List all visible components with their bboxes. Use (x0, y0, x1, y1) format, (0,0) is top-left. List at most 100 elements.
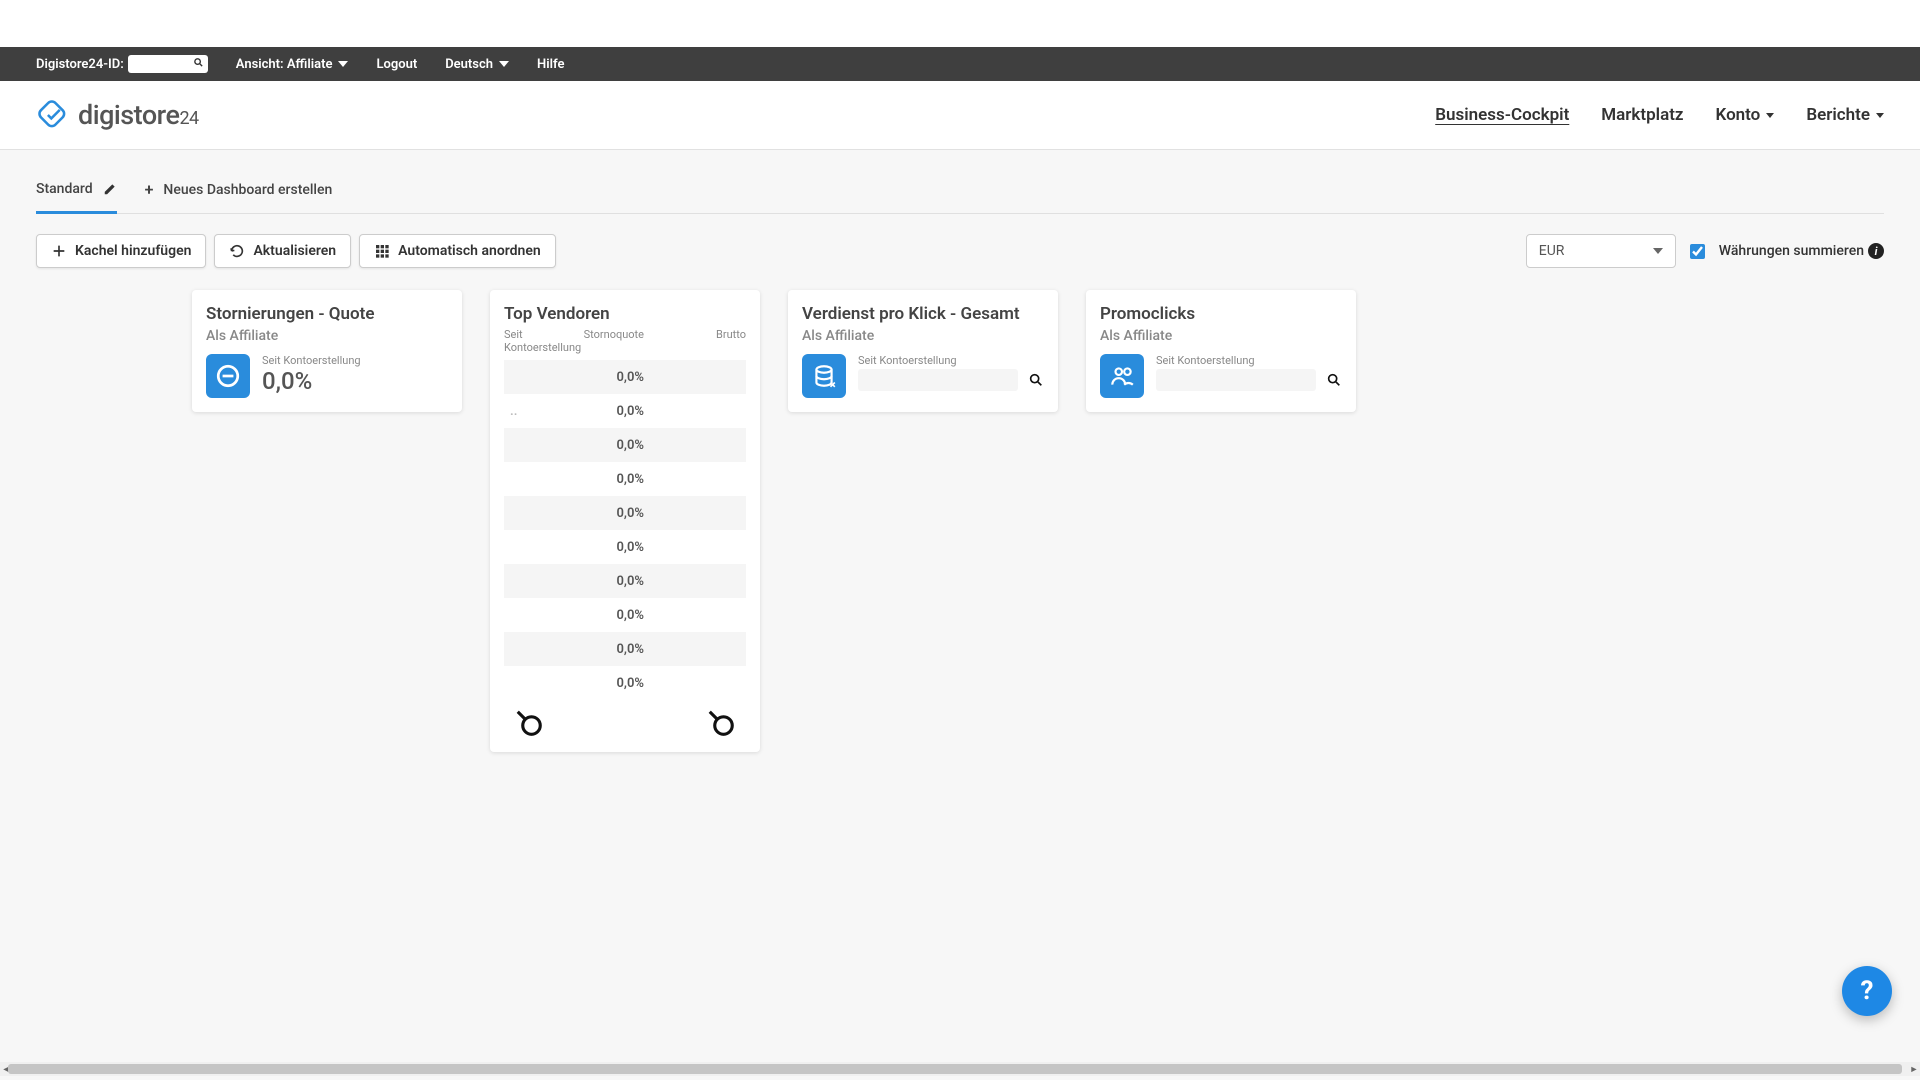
card-subtitle: Als Affiliate (1100, 328, 1342, 344)
view-label: Ansicht: Affiliate (236, 57, 333, 72)
edit-icon[interactable] (103, 182, 117, 196)
sum-currencies-label: Währungen summieren i (1719, 243, 1884, 259)
table-row: 0,0% (504, 360, 746, 394)
nav-market-label: Marktplatz (1601, 105, 1683, 125)
since-label: Seit Kontoerstellung (262, 354, 448, 367)
dashboard-cards: Stornierungen - Quote Als Affiliate Seit… (36, 290, 1884, 752)
help-fab[interactable]: ? (1842, 966, 1892, 1016)
card-subtitle: Als Affiliate (802, 328, 1044, 344)
database-icon (802, 354, 846, 398)
help-fab-label: ? (1861, 976, 1874, 1006)
info-icon[interactable]: i (1868, 243, 1884, 259)
dashboard-tabs: Standard + Neues Dashboard erstellen (36, 150, 1884, 214)
card-promoclicks: Promoclicks Als Affiliate Seit Kontoerst… (1086, 290, 1356, 412)
refresh-button[interactable]: Aktualisieren (214, 234, 351, 268)
nav-business-label: Business-Cockpit (1435, 105, 1569, 125)
search-icon[interactable] (193, 57, 204, 71)
card-subtitle: Als Affiliate (206, 328, 448, 344)
minus-circle-icon (206, 354, 250, 398)
magnify-icon[interactable] (514, 708, 544, 738)
search-icon[interactable] (1028, 372, 1044, 388)
tab-standard-label: Standard (36, 181, 93, 197)
tab-new-dash-label: Neues Dashboard erstellen (163, 182, 332, 198)
main-nav: Business-Cockpit Marktplatz Konto Berich… (1435, 105, 1884, 125)
sum-currencies-checkbox[interactable] (1690, 244, 1705, 259)
cell-vendor: .. (504, 404, 574, 419)
nav-business-cockpit[interactable]: Business-Cockpit (1435, 105, 1569, 125)
currency-select[interactable]: EUR (1526, 234, 1676, 268)
browser-whitespace (0, 0, 1920, 47)
cell-stornoquote: 0,0% (574, 404, 674, 419)
logo-icon (36, 98, 70, 132)
table-row: ..0,0% (504, 394, 746, 428)
table-row: 0,0% (504, 496, 746, 530)
table-row: 0,0% (504, 598, 746, 632)
tab-new-dashboard[interactable]: + Neues Dashboard erstellen (145, 180, 333, 213)
scroll-right-arrow[interactable]: ► (1909, 1064, 1919, 1074)
nav-konto[interactable]: Konto (1716, 105, 1775, 125)
card-title: Stornierungen - Quote (206, 304, 448, 324)
metric-value: 0,0% (262, 367, 448, 395)
nav-reports-label: Berichte (1806, 105, 1870, 125)
help-link[interactable]: Hilfe (537, 57, 564, 72)
since-label: Seit Kontoerstellung (858, 354, 1044, 367)
since-label: Seit Kontoerstellung (1156, 354, 1342, 367)
nav-marktplatz[interactable]: Marktplatz (1601, 105, 1683, 125)
cell-stornoquote: 0,0% (574, 642, 674, 657)
col-header-brutto: Brutto (674, 328, 746, 354)
auto-arrange-button[interactable]: Automatisch anordnen (359, 234, 556, 268)
currency-value: EUR (1539, 243, 1565, 259)
cell-stornoquote: 0,0% (574, 540, 674, 555)
auto-arrange-label: Automatisch anordnen (398, 243, 541, 259)
cell-stornoquote: 0,0% (574, 574, 674, 589)
utility-topbar: Digistore24-ID: Ansicht: Affiliate Logou… (0, 47, 1920, 81)
digistore-id-label: Digistore24-ID: (36, 57, 124, 72)
col-header-since: Seit Kontoerstellung (504, 328, 574, 354)
card-title: Promoclicks (1100, 304, 1342, 324)
digistore-id-group: Digistore24-ID: (36, 55, 208, 73)
add-tile-button[interactable]: Kachel hinzufügen (36, 234, 206, 268)
value-placeholder (858, 369, 1018, 391)
card-title: Verdienst pro Klick - Gesamt (802, 304, 1044, 324)
users-icon (1100, 354, 1144, 398)
value-placeholder (1156, 369, 1316, 391)
horizontal-scrollbar[interactable]: ◄ ► (0, 1062, 1920, 1076)
cell-stornoquote: 0,0% (574, 608, 674, 623)
table-row: 0,0% (504, 462, 746, 496)
help-label: Hilfe (537, 57, 564, 72)
language-label: Deutsch (445, 57, 493, 72)
chevron-down-icon (499, 61, 509, 67)
search-icon[interactable] (1326, 372, 1342, 388)
brand-logo[interactable]: digistore24 (36, 98, 199, 132)
chevron-down-icon (1876, 113, 1884, 118)
nav-account-label: Konto (1716, 105, 1761, 125)
view-switcher[interactable]: Ansicht: Affiliate (236, 57, 349, 72)
cell-stornoquote: 0,0% (574, 472, 674, 487)
page-body: Standard + Neues Dashboard erstellen Kac… (0, 150, 1920, 1080)
card-title: Top Vendoren (504, 304, 746, 324)
table-row: 0,0% (504, 428, 746, 462)
tab-standard[interactable]: Standard (36, 181, 117, 214)
cell-stornoquote: 0,0% (574, 676, 674, 691)
col-header-stornoquote: Stornoquote (574, 328, 674, 354)
digistore-id-field[interactable] (128, 55, 208, 73)
chevron-down-icon (1653, 248, 1663, 254)
refresh-label: Aktualisieren (253, 243, 336, 259)
nav-berichte[interactable]: Berichte (1806, 105, 1884, 125)
table-row: 0,0% (504, 632, 746, 666)
magnify-icon[interactable] (706, 708, 736, 738)
scroll-thumb[interactable] (8, 1064, 1902, 1074)
chevron-down-icon (338, 61, 348, 67)
plus-icon: + (145, 180, 154, 199)
logo-text: digistore24 (78, 99, 199, 131)
logout-link[interactable]: Logout (376, 57, 417, 72)
refresh-icon (229, 243, 245, 259)
table-row: 0,0% (504, 564, 746, 598)
main-header: digistore24 Business-Cockpit Marktplatz … (0, 81, 1920, 150)
language-switcher[interactable]: Deutsch (445, 57, 509, 72)
add-tile-label: Kachel hinzufügen (75, 243, 191, 259)
chevron-down-icon (1766, 113, 1774, 118)
grid-icon (374, 243, 390, 259)
cell-stornoquote: 0,0% (574, 370, 674, 385)
table-row: 0,0% (504, 530, 746, 564)
